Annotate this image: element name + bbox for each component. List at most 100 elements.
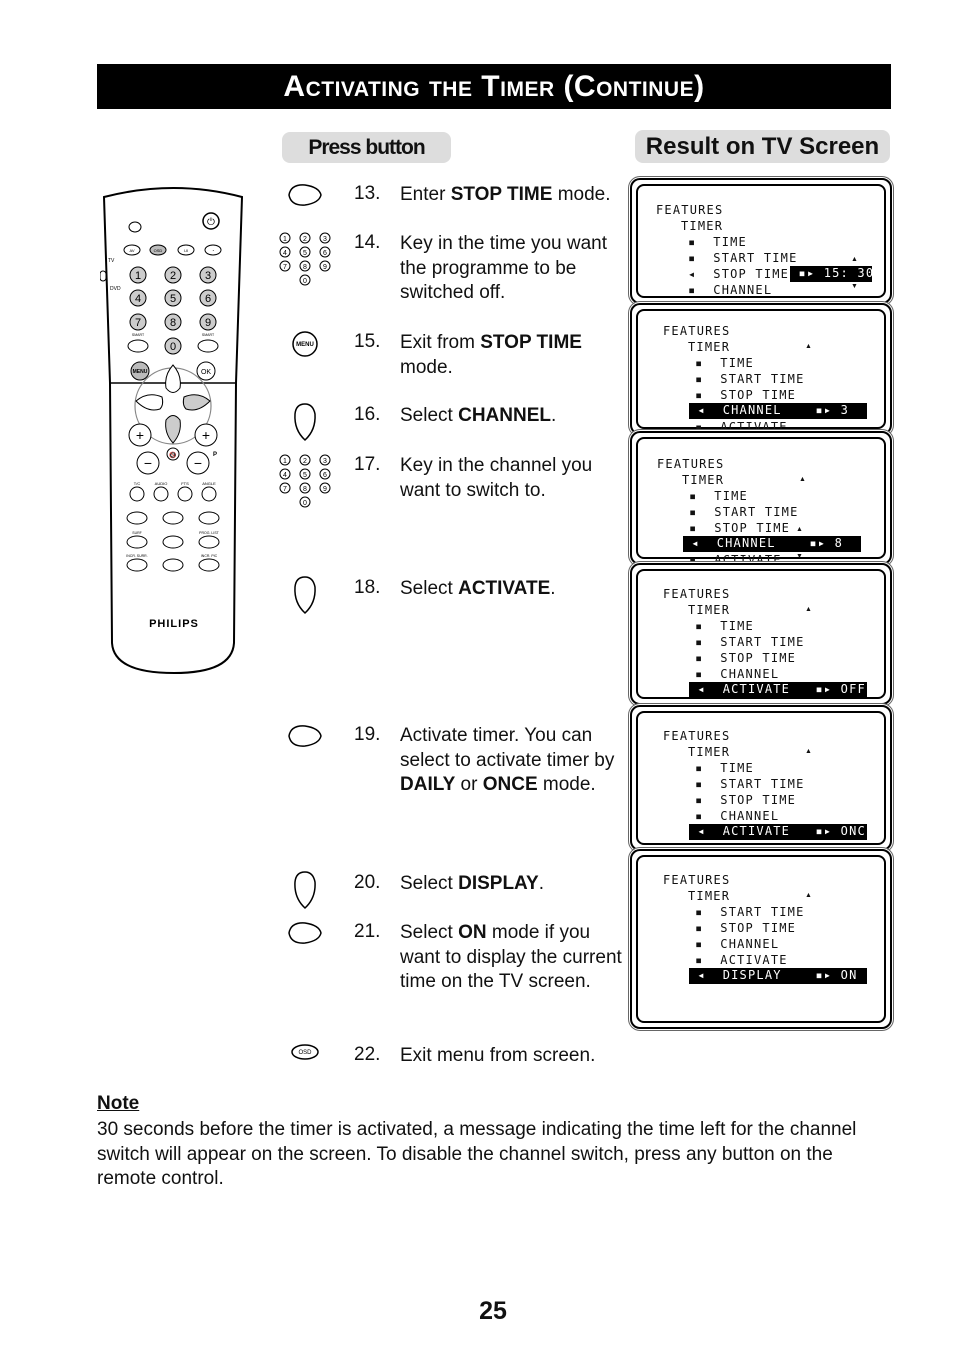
smart-picture-button[interactable] bbox=[197, 339, 219, 353]
right-arrow-icon bbox=[288, 725, 322, 747]
mute-button[interactable]: 🔇 bbox=[166, 447, 180, 461]
menu-item-selected: ◂ ACTIVATE ▪▸ OFF bbox=[689, 682, 867, 698]
remote-label: T/C bbox=[134, 481, 141, 486]
remote-function-button[interactable] bbox=[162, 511, 184, 525]
dvd-switch-label: DVD bbox=[110, 286, 121, 292]
tv-screen: FEATURES TIMER ▪ TIME ▪ START TIME ◂ STOP TI… bbox=[630, 178, 892, 304]
menu-item-selected-label: ◂ STOP TIME bbox=[688, 267, 790, 281]
remote-digit-4-button[interactable]: 4 bbox=[129, 289, 147, 307]
menu-item-selected: ◂ CHANNEL ▪▸ 3 bbox=[689, 403, 867, 419]
remote-digit-3-button[interactable]: 3 bbox=[199, 266, 217, 284]
menu-item: ▪ START TIME bbox=[695, 777, 805, 791]
menu-header: FEATURES bbox=[663, 324, 731, 338]
step-text: Exit from STOP TIME mode. bbox=[400, 332, 582, 378]
svg-text:4: 4 bbox=[283, 472, 287, 479]
remote-angle-button[interactable] bbox=[201, 486, 217, 502]
remote-function-button[interactable] bbox=[162, 535, 184, 549]
down-arrow-icon bbox=[294, 871, 316, 910]
menu-item-selected: ▪▸ 15: 30 bbox=[790, 266, 875, 282]
svg-text:5: 5 bbox=[303, 472, 307, 479]
svg-text:7: 7 bbox=[283, 264, 287, 271]
svg-text:MENU: MENU bbox=[296, 342, 314, 348]
step-text: Select CHANNEL. bbox=[400, 405, 557, 426]
tv-screen: FEATURES TIMER ▲ ▪ TIME ▪ START TIME ▪ STOP T… bbox=[630, 563, 892, 705]
menu-header: FEATURES bbox=[657, 457, 725, 471]
remote-av-button[interactable]: AV bbox=[123, 244, 141, 256]
menu-item-selected: ◂ CHANNEL ▪▸ 8 bbox=[683, 536, 861, 552]
digit-keypad-icon: 1 2 3 4 5 6 7 8 9 0 bbox=[279, 232, 331, 286]
program-up-button[interactable]: + bbox=[194, 423, 218, 447]
scroll-up-icon: ▲ bbox=[851, 256, 858, 263]
remote-digit-9-button[interactable]: 9 bbox=[199, 313, 217, 331]
remote-digit-7-button[interactable]: 7 bbox=[129, 313, 147, 331]
remote-tc-button[interactable] bbox=[129, 486, 145, 502]
menu-header: FEATURES bbox=[663, 587, 731, 601]
remote-iii-button[interactable]: I-II bbox=[177, 244, 195, 256]
step-text: Select ON mode if you want to display th… bbox=[400, 922, 622, 992]
menu-header: FEATURES bbox=[663, 729, 731, 743]
remote-function-button[interactable] bbox=[162, 558, 184, 572]
remote-digit-5-button[interactable]: 5 bbox=[164, 289, 182, 307]
menu-item: ▪ STOP TIME bbox=[695, 793, 797, 807]
program-down-button[interactable]: − bbox=[186, 451, 210, 475]
remote-function-button[interactable] bbox=[198, 535, 220, 549]
note-title: Note bbox=[97, 1093, 140, 1114]
step-number: 13. bbox=[354, 183, 381, 204]
step-text: Select ACTIVATE. bbox=[400, 578, 556, 599]
menu-header: FEATURES bbox=[663, 873, 731, 887]
remote-audio-button[interactable] bbox=[153, 486, 169, 502]
menu-item: ▪ TIME bbox=[689, 489, 748, 503]
step-text: Exit menu from screen. bbox=[400, 1045, 596, 1066]
svg-text:1: 1 bbox=[135, 270, 141, 282]
tv-screen: FEATURES TIMER ▲ ▪ START TIME ▪ STOP TIME ▪ C… bbox=[630, 849, 892, 1029]
menu-button[interactable]: MENU bbox=[130, 361, 150, 381]
sleep-top-button[interactable] bbox=[128, 221, 142, 233]
step-text: Key in the channel you want to switch to… bbox=[400, 455, 593, 501]
remote-function-button[interactable] bbox=[198, 511, 220, 525]
remote-fts-button[interactable] bbox=[177, 486, 193, 502]
volume-up-button[interactable]: + bbox=[128, 423, 152, 447]
smart-sound-button[interactable] bbox=[127, 339, 149, 353]
step-number: 22. bbox=[354, 1044, 381, 1065]
svg-text:0: 0 bbox=[170, 341, 176, 353]
page-title: Activating the Timer (Continue) bbox=[283, 69, 705, 103]
svg-text:⏻: ⏻ bbox=[207, 217, 215, 228]
svg-text:2: 2 bbox=[303, 236, 307, 243]
step-number: 14. bbox=[354, 232, 381, 253]
down-arrow-button bbox=[270, 575, 340, 615]
scroll-up-icon: ▲ bbox=[805, 748, 812, 755]
menu-item: ▪ TIME bbox=[695, 619, 754, 633]
remote-digit-8-button[interactable]: 8 bbox=[164, 313, 182, 331]
remote-label: ANGLE bbox=[202, 481, 216, 486]
remote-digit-2-button[interactable]: 2 bbox=[164, 266, 182, 284]
svg-text:7: 7 bbox=[135, 317, 141, 329]
svg-text:4: 4 bbox=[135, 293, 141, 305]
down-arrow-icon bbox=[294, 403, 316, 442]
svg-text:8: 8 bbox=[303, 264, 307, 271]
tv-dvd-switch[interactable] bbox=[100, 270, 107, 282]
remote-label: FTS bbox=[181, 481, 189, 486]
remote-function-button[interactable] bbox=[126, 535, 148, 549]
menu-button: MENU bbox=[270, 329, 340, 359]
svg-text:6: 6 bbox=[323, 472, 327, 479]
digit-keypad: 1 2 3 4 5 6 7 8 9 0 bbox=[270, 230, 340, 288]
svg-text:2: 2 bbox=[170, 270, 176, 282]
remote-sleep-button[interactable]: ◔ bbox=[204, 244, 222, 256]
remote-digit-6-button[interactable]: 6 bbox=[199, 289, 217, 307]
volume-down-button[interactable]: − bbox=[136, 451, 160, 475]
remote-function-button[interactable] bbox=[198, 558, 220, 572]
svg-text:OSD: OSD bbox=[154, 248, 163, 253]
remote-digit-1-button[interactable]: 1 bbox=[129, 266, 147, 284]
power-button[interactable]: ⏻ bbox=[202, 212, 220, 230]
svg-text:9: 9 bbox=[323, 264, 327, 271]
remote-function-button[interactable] bbox=[126, 558, 148, 572]
remote-function-button[interactable] bbox=[126, 511, 148, 525]
step-text: Key in the time you want the programme t… bbox=[400, 233, 607, 303]
svg-text:AV: AV bbox=[129, 248, 134, 253]
remote-digit-0-button[interactable]: 0 bbox=[164, 337, 182, 355]
scroll-up-icon: ▲ bbox=[799, 476, 806, 483]
remote-osd-button[interactable]: OSD bbox=[149, 244, 167, 256]
ok-button[interactable]: OK bbox=[196, 361, 216, 381]
menu-submenu: TIMER bbox=[688, 745, 731, 759]
menu-submenu: TIMER bbox=[688, 340, 731, 354]
